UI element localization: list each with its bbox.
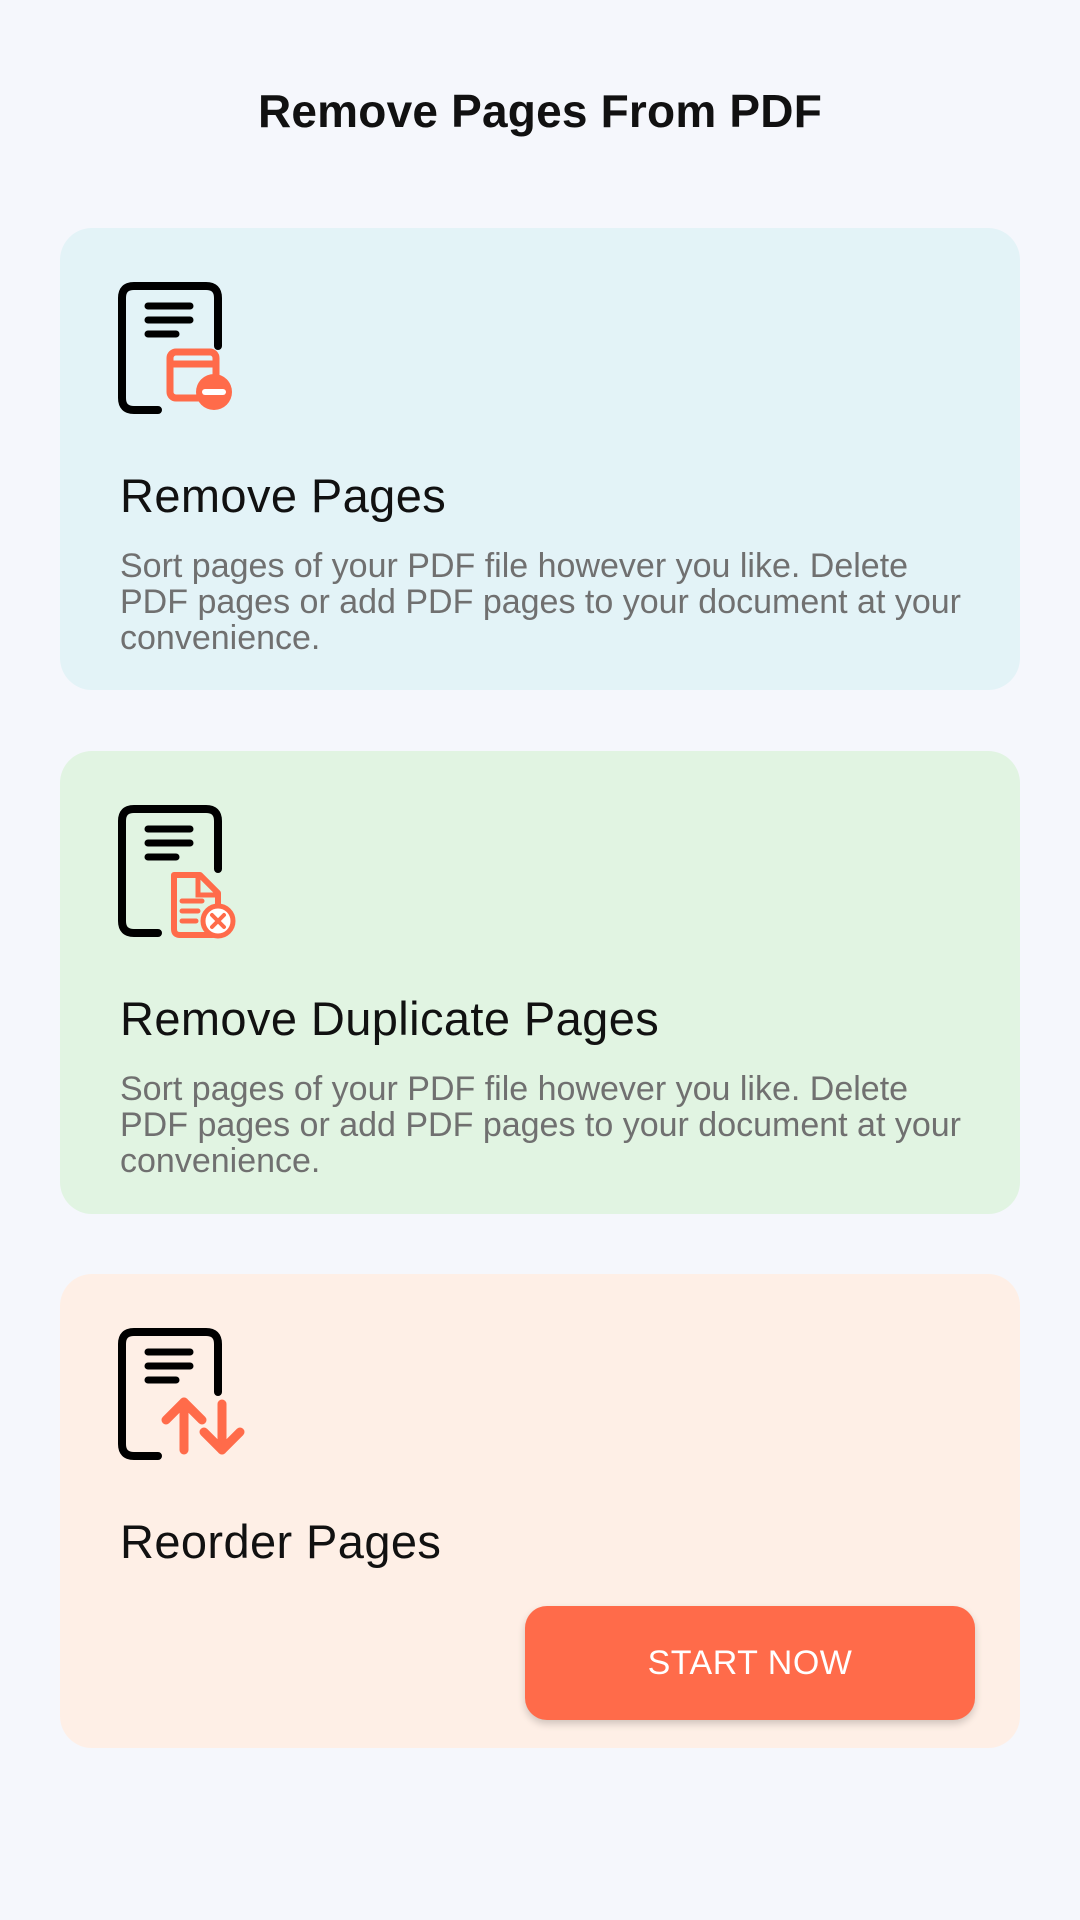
- card-title: Reorder Pages: [120, 1515, 442, 1568]
- card-description: Sort pages of your PDF file however you …: [120, 547, 962, 657]
- remove-duplicate-pages-card[interactable]: Remove Duplicate Pages Sort pages of you…: [60, 751, 1020, 1214]
- card-title: Remove Pages: [120, 469, 447, 522]
- start-now-button[interactable]: START NOW: [525, 1606, 975, 1720]
- document-reorder-icon: [118, 1328, 245, 1460]
- reorder-pages-card[interactable]: Reorder Pages START NOW: [60, 1274, 1020, 1748]
- document-remove-page-icon: [118, 282, 232, 414]
- card-title: Remove Duplicate Pages: [120, 992, 660, 1045]
- document-remove-duplicate-icon: [118, 805, 236, 939]
- card-description: Sort pages of your PDF file however you …: [120, 1070, 962, 1180]
- page-title: Remove Pages From PDF: [257, 85, 823, 137]
- remove-pages-card[interactable]: Remove Pages Sort pages of your PDF file…: [60, 228, 1020, 690]
